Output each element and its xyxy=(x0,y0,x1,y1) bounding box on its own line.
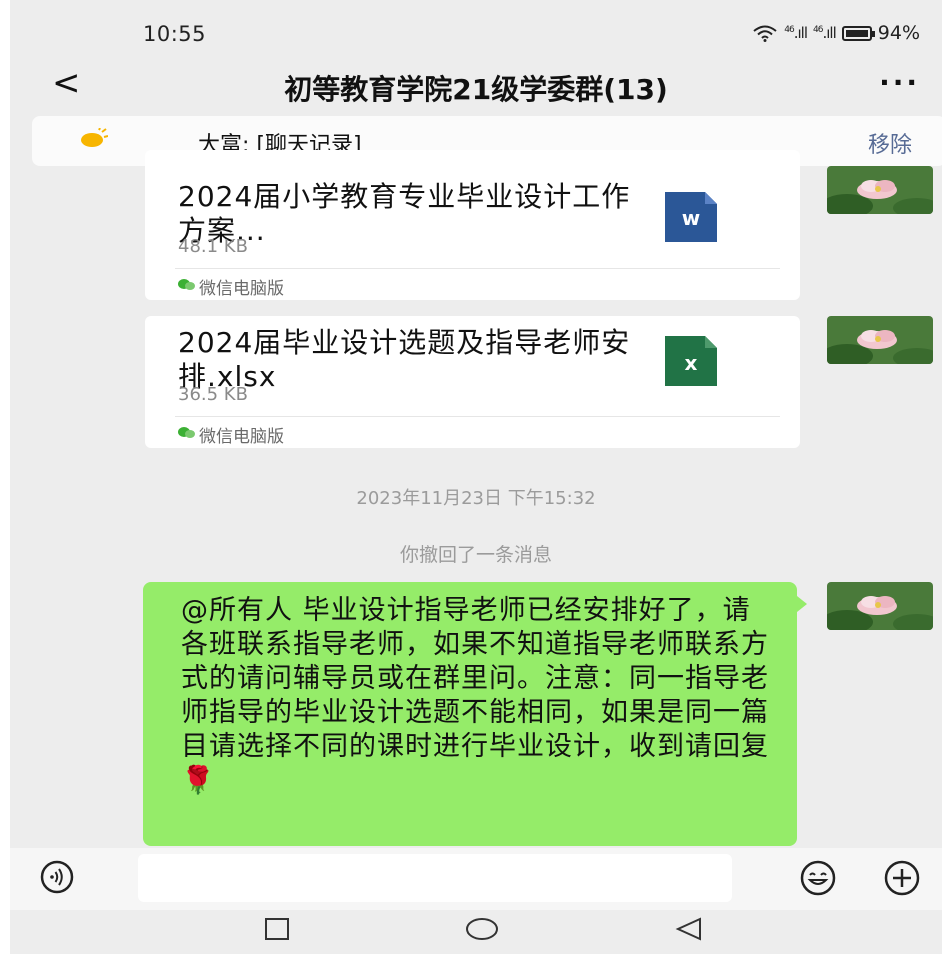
message-text: @所有人 毕业设计指导老师已经安排好了，请各班联系指导老师，如果不知道指导老师联… xyxy=(181,595,769,796)
lotus-avatar-icon xyxy=(827,166,933,214)
system-navigation-bar xyxy=(10,910,942,954)
signal-icon-2: 46.ıll xyxy=(813,24,837,42)
avatar[interactable] xyxy=(827,316,933,364)
divider xyxy=(175,268,780,269)
lotus-avatar-icon xyxy=(827,582,933,630)
wifi-icon xyxy=(753,25,777,42)
avatar[interactable] xyxy=(827,166,933,214)
voice-icon[interactable] xyxy=(40,860,74,894)
chat-screen: 10:55 46.ıll 46.ıll 94% < 初等教育学院21级学委群(1… xyxy=(10,0,942,954)
file-source: 微信电脑版 xyxy=(199,279,284,299)
more-options-button[interactable]: ··· xyxy=(879,66,920,99)
file-message-word[interactable]: 2024届小学教育专业毕业设计工作方案... 48.1 KB w 微信电脑版 xyxy=(145,150,800,300)
avatar[interactable] xyxy=(827,582,933,630)
text-message-bubble[interactable]: @所有人 毕业设计指导老师已经安排好了，请各班联系指导老师，如果不知道指导老师联… xyxy=(143,582,797,846)
status-bar: 10:55 46.ıll 46.ıll 94% xyxy=(10,0,942,66)
chat-header: < 初等教育学院21级学委群(13) ··· xyxy=(10,63,942,108)
chat-title: 初等教育学院21级学委群(13) xyxy=(284,73,668,106)
plus-icon[interactable] xyxy=(884,860,920,896)
file-source: 微信电脑版 xyxy=(199,427,284,447)
signal-icon-1: 46.ıll xyxy=(784,24,808,42)
excel-sheet-icon: x xyxy=(665,336,717,386)
battery-percent: 94% xyxy=(877,22,920,44)
word-doc-icon: w xyxy=(665,192,717,242)
battery-icon xyxy=(841,25,875,41)
remove-pinned-button[interactable]: 移除 xyxy=(868,127,912,159)
bubble-tail xyxy=(797,596,807,612)
input-bar xyxy=(10,848,942,910)
recent-apps-icon[interactable] xyxy=(264,916,290,942)
file-size: 36.5 KB xyxy=(178,384,248,405)
message-input[interactable] xyxy=(138,854,732,902)
svg-text:w: w xyxy=(682,206,700,230)
home-icon[interactable] xyxy=(465,916,499,942)
message-timestamp: 2023年11月23日 下午15:32 xyxy=(356,488,596,509)
status-icons: 46.ıll 46.ıll 94% xyxy=(752,22,920,44)
wechat-logo-icon xyxy=(178,427,195,438)
emoji-icon[interactable] xyxy=(800,860,836,896)
announcement-icon xyxy=(81,128,108,147)
svg-text:x: x xyxy=(685,351,698,375)
status-time: 10:55 xyxy=(143,22,207,46)
divider xyxy=(175,416,780,417)
file-message-excel[interactable]: 2024届毕业设计选题及指导老师安排.xlsx 36.5 KB x 微信电脑版 xyxy=(145,316,800,448)
recall-notice: 你撤回了一条消息 xyxy=(399,544,552,566)
back-nav-icon[interactable] xyxy=(674,916,704,942)
file-size: 48.1 KB xyxy=(178,236,248,257)
lotus-avatar-icon xyxy=(827,316,933,364)
wechat-logo-icon xyxy=(178,279,195,290)
